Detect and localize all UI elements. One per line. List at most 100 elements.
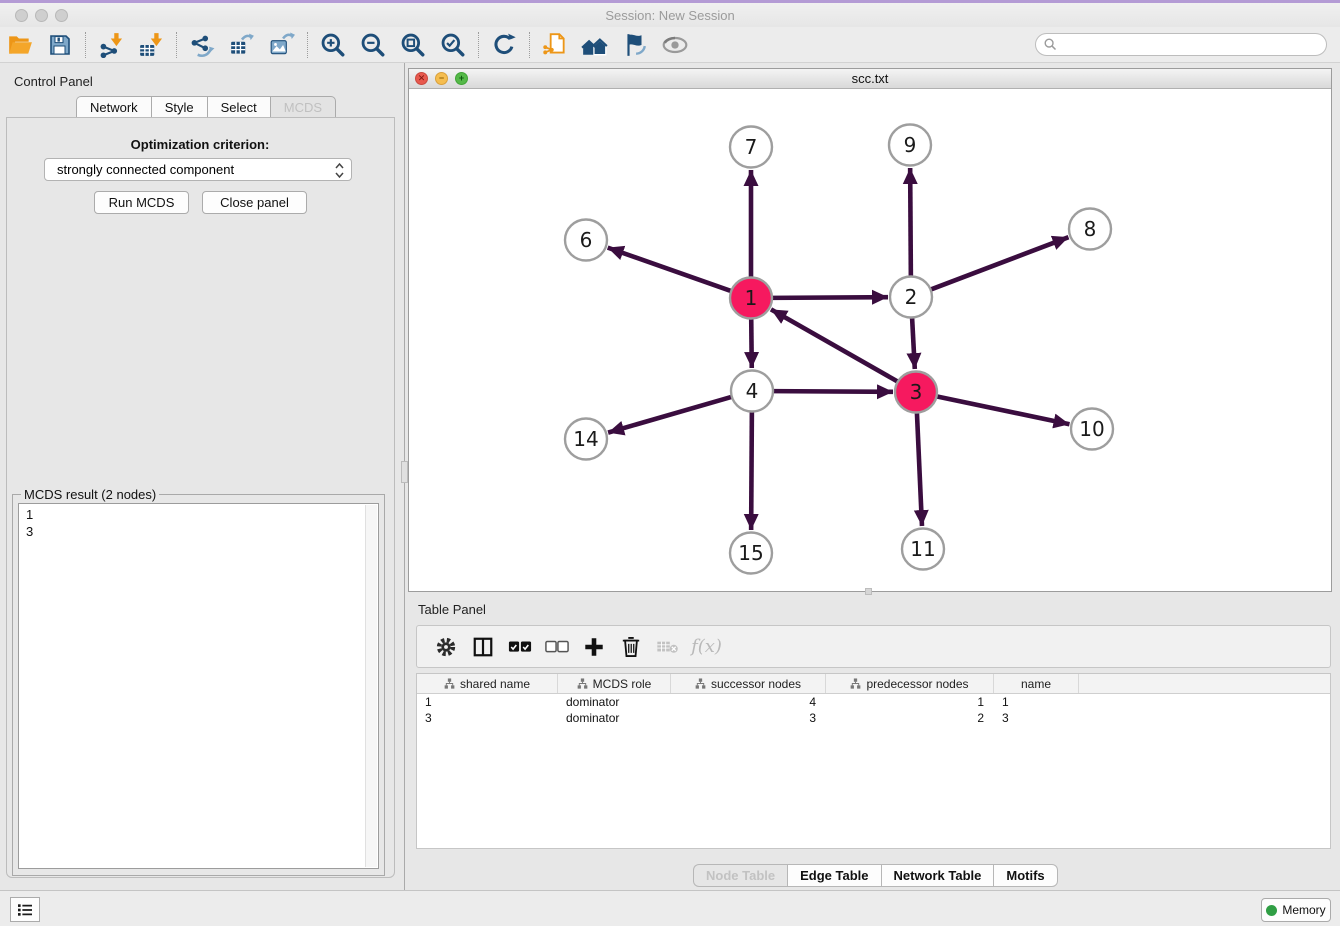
edge-2-8[interactable] [931,237,1069,289]
graph-node-7[interactable]: 7 [730,127,772,168]
node-label: 4 [746,379,759,403]
delete-columns-button[interactable] [612,630,649,664]
table-panel-title: Table Panel [418,602,486,617]
cell-predecessor-nodes[interactable]: 1 [826,695,994,709]
graph-node-2[interactable]: 2 [890,277,932,318]
refresh-button[interactable] [484,29,524,61]
edge-3-11[interactable] [917,413,922,526]
zoom-fit-icon [400,32,426,58]
graph-node-6[interactable]: 6 [565,220,607,261]
cell-predecessor-nodes[interactable]: 2 [826,711,994,725]
delete-table-button[interactable] [649,630,686,664]
cell-shared-name[interactable]: 1 [417,695,558,709]
create-column-button[interactable] [575,630,612,664]
tab-select[interactable]: Select [207,96,270,118]
tab-node-table[interactable]: Node Table [693,864,787,887]
run-mcds-button[interactable]: Run MCDS [94,191,189,214]
graph-node-14[interactable]: 14 [565,419,607,460]
node-table[interactable]: shared name MCDS role successor nodes pr… [416,673,1331,849]
edge-1-6[interactable] [608,248,731,291]
cell-shared-name[interactable]: 3 [417,711,558,725]
graph-node-11[interactable]: 11 [902,529,944,570]
column-header-mcds-role[interactable]: MCDS role [558,674,671,693]
cell-mcds-role[interactable]: dominator [558,695,671,709]
hide-selected-button[interactable] [655,29,695,61]
cell-successor-nodes[interactable]: 4 [671,695,826,709]
tab-network-table[interactable]: Network Table [881,864,994,887]
graph-node-1[interactable]: 1 [730,278,772,319]
network-resize-handle[interactable] [865,588,872,595]
result-line: 1 [26,506,378,523]
search-box[interactable] [1035,33,1327,56]
mcds-result-text[interactable]: 1 3 [18,503,379,869]
edge-1-4[interactable] [751,319,752,368]
splitter-grip[interactable] [401,461,408,483]
tab-mcds[interactable]: MCDS [270,96,336,118]
import-network-button[interactable] [91,29,131,61]
zoom-out-button[interactable] [353,29,393,61]
tab-motifs[interactable]: Motifs [993,864,1057,887]
deselect-all-rows-button[interactable] [538,630,575,664]
task-history-button[interactable] [10,897,40,922]
search-input[interactable] [1061,38,1326,52]
edge-1-2[interactable] [772,297,888,298]
clone-network-button[interactable] [535,29,575,61]
tab-style[interactable]: Style [151,96,207,118]
tab-edge-table[interactable]: Edge Table [787,864,880,887]
toolbar-divider [307,32,308,58]
refresh-icon [491,32,517,58]
memory-status-icon [1266,905,1277,916]
edge-4-3[interactable] [773,391,893,392]
cell-name[interactable]: 1 [994,695,1079,709]
first-neighbors-button[interactable] [575,29,615,61]
edge-2-3[interactable] [912,318,915,369]
deselect-all-icon [545,640,569,654]
graph-node-9[interactable]: 9 [889,125,931,166]
save-session-button[interactable] [40,29,80,61]
export-network-button[interactable] [182,29,222,61]
zoom-selected-icon [440,32,466,58]
style-button[interactable] [615,29,655,61]
network-window-titlebar[interactable]: ✕ − + scc.txt [409,69,1331,89]
function-builder-button[interactable]: f(x) [686,630,723,664]
cell-successor-nodes[interactable]: 3 [671,711,826,725]
optimization-criterion-label: Optimization criterion: [0,137,400,152]
result-scrollbar[interactable] [365,505,377,867]
column-header-shared-name[interactable]: shared name [417,674,558,693]
graph-node-15[interactable]: 15 [730,533,772,574]
close-panel-button[interactable]: Close panel [202,191,307,214]
memory-button[interactable]: Memory [1261,898,1331,922]
table-row[interactable]: 3 dominator 3 2 3 [417,710,1330,726]
edge-4-14[interactable] [608,397,732,433]
export-table-button[interactable] [222,29,262,61]
cell-name[interactable]: 3 [994,711,1079,725]
edge-4-15[interactable] [751,412,752,530]
column-header-successor-nodes[interactable]: successor nodes [671,674,826,693]
tab-network[interactable]: Network [76,96,151,118]
table-settings-button[interactable] [427,630,464,664]
zoom-fit-button[interactable] [393,29,433,61]
graph-node-8[interactable]: 8 [1069,209,1111,250]
import-table-button[interactable] [131,29,171,61]
panel-splitter[interactable] [400,63,408,890]
select-all-rows-button[interactable] [501,630,538,664]
cell-mcds-role[interactable]: dominator [558,711,671,725]
show-columns-button[interactable] [464,630,501,664]
node-label: 3 [910,380,923,404]
graph-node-10[interactable]: 10 [1071,409,1113,450]
zoom-selected-button[interactable] [433,29,473,61]
network-canvas[interactable]: 7 9 6 8 1 2 4 3 14 10 15 11 [409,89,1331,591]
column-header-name[interactable]: name [994,674,1079,693]
graph-node-4[interactable]: 4 [731,371,773,412]
table-row[interactable]: 1 dominator 4 1 1 [417,694,1330,710]
column-header-predecessor-nodes[interactable]: predecessor nodes [826,674,994,693]
edge-3-10[interactable] [937,396,1070,424]
export-image-button[interactable] [262,29,302,61]
edge-3-1[interactable] [771,309,898,381]
zoom-in-button[interactable] [313,29,353,61]
function-builder-icon: f(x) [691,636,722,657]
graph-node-3[interactable]: 3 [895,372,937,413]
optimization-criterion-select[interactable]: strongly connected component [44,158,352,181]
open-file-button[interactable] [0,29,40,61]
edge-2-9[interactable] [910,168,911,276]
